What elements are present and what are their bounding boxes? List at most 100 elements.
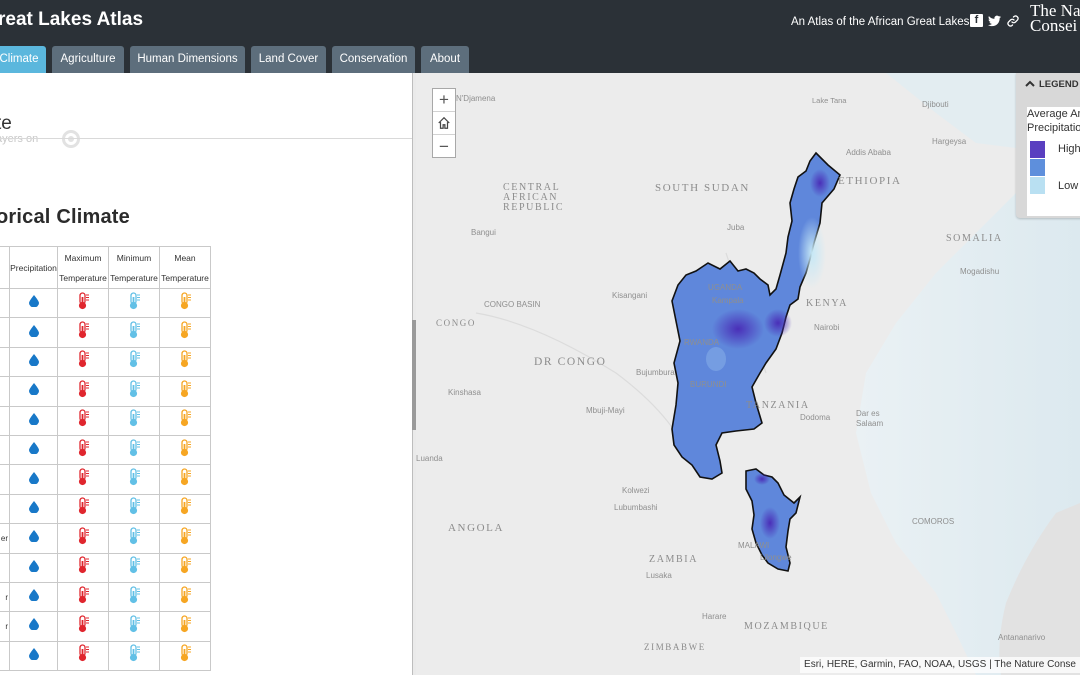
max-temp-cell[interactable] — [57, 581, 109, 613]
min-temp-cell[interactable] — [108, 611, 160, 642]
min-temp-cell[interactable] — [108, 552, 160, 583]
thermometer-mean-icon[interactable] — [179, 438, 192, 461]
thermometer-mean-icon[interactable] — [179, 380, 192, 402]
raindrop-icon[interactable] — [28, 500, 39, 517]
min-temp-cell[interactable] — [108, 376, 160, 407]
thermometer-hot-icon[interactable] — [77, 615, 90, 637]
tab-agriculture[interactable]: Agriculture — [52, 46, 124, 73]
precipitation-cell[interactable] — [9, 346, 58, 378]
min-temp-cell[interactable] — [108, 523, 160, 554]
raindrop-icon[interactable] — [28, 382, 39, 399]
precipitation-cell[interactable] — [9, 640, 58, 672]
mean-temp-cell[interactable] — [159, 611, 211, 642]
raindrop-icon[interactable] — [28, 647, 39, 664]
thermometer-cold-icon[interactable] — [128, 644, 141, 666]
mean-temp-cell[interactable] — [159, 434, 211, 466]
raindrop-icon[interactable] — [28, 471, 39, 488]
min-temp-cell[interactable] — [108, 287, 160, 319]
mean-temp-cell[interactable] — [159, 640, 211, 672]
thermometer-mean-icon[interactable] — [179, 644, 192, 666]
thermometer-hot-icon[interactable] — [77, 292, 90, 314]
thermometer-mean-icon[interactable] — [179, 556, 192, 578]
thermometer-hot-icon[interactable] — [77, 321, 90, 343]
raindrop-icon[interactable] — [28, 324, 39, 341]
raindrop-icon[interactable] — [28, 441, 39, 458]
precipitation-cell[interactable] — [9, 317, 58, 348]
raindrop-icon[interactable] — [28, 353, 39, 370]
min-temp-cell[interactable] — [108, 464, 160, 495]
max-temp-cell[interactable] — [57, 640, 109, 672]
thermometer-cold-icon[interactable] — [128, 585, 141, 608]
mean-temp-cell[interactable] — [159, 405, 211, 436]
raindrop-icon[interactable] — [28, 588, 39, 605]
min-temp-cell[interactable] — [108, 640, 160, 672]
precipitation-cell[interactable] — [9, 405, 58, 436]
min-temp-cell[interactable] — [108, 581, 160, 613]
thermometer-cold-icon[interactable] — [128, 292, 141, 314]
precipitation-cell[interactable] — [9, 581, 58, 613]
thermometer-hot-icon[interactable] — [77, 468, 90, 490]
max-temp-cell[interactable] — [57, 493, 109, 525]
tab-about[interactable]: About — [421, 46, 469, 73]
thermometer-hot-icon[interactable] — [77, 438, 90, 461]
thermometer-mean-icon[interactable] — [179, 497, 192, 519]
home-button[interactable] — [433, 112, 455, 135]
max-temp-cell[interactable] — [57, 611, 109, 642]
tab-land-cover[interactable]: Land Cover — [251, 46, 326, 73]
raindrop-icon[interactable] — [28, 529, 39, 546]
thermometer-hot-icon[interactable] — [77, 556, 90, 578]
thermometer-hot-icon[interactable] — [77, 409, 90, 431]
thermometer-cold-icon[interactable] — [128, 527, 141, 549]
thermometer-hot-icon[interactable] — [77, 585, 90, 608]
mean-temp-cell[interactable] — [159, 376, 211, 407]
thermometer-hot-icon[interactable] — [77, 380, 90, 402]
mean-temp-cell[interactable] — [159, 552, 211, 583]
chevron-up-icon[interactable] — [1025, 80, 1035, 88]
link-icon[interactable] — [1006, 14, 1019, 27]
raindrop-icon[interactable] — [28, 559, 39, 576]
mean-temp-cell[interactable] — [159, 493, 211, 525]
mean-temp-cell[interactable] — [159, 581, 211, 613]
max-temp-cell[interactable] — [57, 523, 109, 554]
legend-header[interactable]: LEGEND — [1039, 79, 1079, 90]
thermometer-cold-icon[interactable] — [128, 556, 141, 578]
max-temp-cell[interactable] — [57, 464, 109, 495]
thermometer-hot-icon[interactable] — [77, 497, 90, 519]
layers-toggle[interactable] — [62, 130, 80, 148]
map-attribution[interactable]: Esri, HERE, Garmin, FAO, NOAA, USGS | Th… — [800, 657, 1080, 673]
max-temp-cell[interactable] — [57, 552, 109, 583]
thermometer-mean-icon[interactable] — [179, 527, 192, 549]
thermometer-cold-icon[interactable] — [128, 409, 141, 431]
thermometer-hot-icon[interactable] — [77, 527, 90, 549]
thermometer-mean-icon[interactable] — [179, 292, 192, 314]
mean-temp-cell[interactable] — [159, 523, 211, 554]
precipitation-cell[interactable] — [9, 523, 58, 554]
thermometer-cold-icon[interactable] — [128, 497, 141, 519]
max-temp-cell[interactable] — [57, 317, 109, 348]
thermometer-hot-icon[interactable] — [77, 350, 90, 372]
app-title[interactable]: reat Lakes Atlas — [0, 9, 143, 31]
zoom-in-button[interactable]: + — [433, 89, 455, 112]
thermometer-mean-icon[interactable] — [179, 321, 192, 343]
min-temp-cell[interactable] — [108, 317, 160, 348]
precipitation-cell[interactable] — [9, 376, 58, 407]
precipitation-cell[interactable] — [9, 611, 58, 642]
thermometer-mean-icon[interactable] — [179, 350, 192, 372]
tab-human-dimensions[interactable]: Human Dimensions — [130, 46, 245, 73]
thermometer-cold-icon[interactable] — [128, 615, 141, 637]
thermometer-hot-icon[interactable] — [77, 644, 90, 666]
thermometer-mean-icon[interactable] — [179, 468, 192, 490]
max-temp-cell[interactable] — [57, 376, 109, 407]
zoom-out-button[interactable]: − — [433, 135, 455, 158]
min-temp-cell[interactable] — [108, 346, 160, 378]
max-temp-cell[interactable] — [57, 346, 109, 378]
map-view[interactable]: SOUTH SUDAN CENTRAL AFRICAN REPUBLIC ETHIOPI… — [416, 73, 1080, 675]
facebook-icon[interactable]: f — [970, 14, 983, 27]
precipitation-cell[interactable] — [9, 287, 58, 319]
thermometer-mean-icon[interactable] — [179, 409, 192, 431]
min-temp-cell[interactable] — [108, 493, 160, 525]
mean-temp-cell[interactable] — [159, 464, 211, 495]
max-temp-cell[interactable] — [57, 405, 109, 436]
precipitation-cell[interactable] — [9, 552, 58, 583]
max-temp-cell[interactable] — [57, 287, 109, 319]
